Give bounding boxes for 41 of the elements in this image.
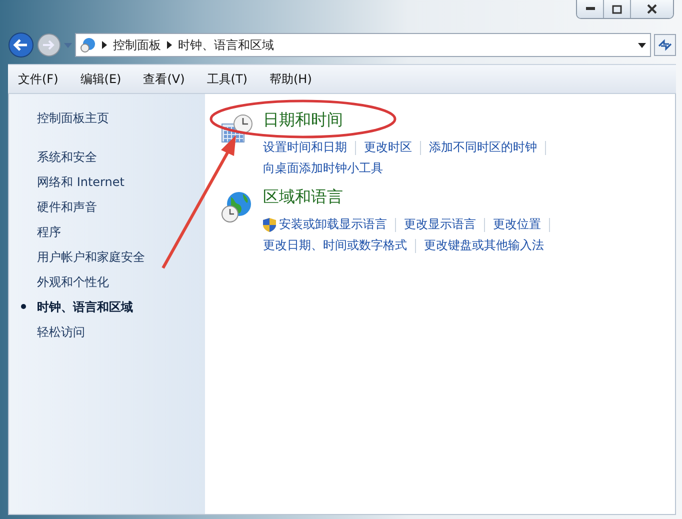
category-title-link[interactable]: 日期和时间 <box>263 110 554 131</box>
task-link[interactable]: 向桌面添加时钟小工具 <box>263 160 383 177</box>
close-icon[interactable] <box>647 4 657 14</box>
dropdown-icon[interactable] <box>638 42 646 48</box>
breadcrumb-arrow-icon <box>102 41 107 49</box>
menu-item[interactable]: 查看(V) <box>143 70 185 88</box>
calendar-clock-icon <box>221 114 253 144</box>
task-link[interactable]: 更改日期、时间或数字格式 <box>263 237 407 254</box>
sidebar-item[interactable]: 网络和 Internet <box>9 170 205 195</box>
task-link[interactable]: 更改位置 <box>493 216 541 233</box>
task-link[interactable]: 添加不同时区的时钟 <box>429 139 537 156</box>
menu-item[interactable]: 文件(F) <box>18 70 58 88</box>
sidebar-item[interactable]: 系统和安全 <box>9 145 205 170</box>
sidebar-item[interactable]: 时钟、语言和区域 <box>9 295 205 320</box>
address-bar[interactable]: 控制面板 时钟、语言和区域 <box>75 33 651 57</box>
task-link[interactable]: 更改键盘或其他输入法 <box>424 237 544 254</box>
task-link[interactable]: 设置时间和日期 <box>263 139 347 156</box>
forward-icon[interactable] <box>37 33 61 57</box>
breadcrumb[interactable]: 时钟、语言和区域 <box>178 36 274 54</box>
breadcrumb[interactable]: 控制面板 <box>113 36 161 54</box>
back-icon[interactable] <box>8 32 34 58</box>
task-link[interactable]: 安装或卸载显示语言 <box>263 216 387 233</box>
sidebar-item[interactable]: 硬件和声音 <box>9 195 205 220</box>
task-link[interactable]: 更改显示语言 <box>404 216 476 233</box>
refresh-icon[interactable] <box>654 34 676 56</box>
sidebar-item[interactable]: 用户帐户和家庭安全 <box>9 245 205 270</box>
sidebar-item[interactable]: 轻松访问 <box>9 320 205 345</box>
task-link[interactable]: 更改时区 <box>364 139 412 156</box>
sidebar-item[interactable]: 外观和个性化 <box>9 270 205 295</box>
breadcrumb-arrow-icon <box>167 41 172 49</box>
sidebar-item[interactable]: 程序 <box>9 220 205 245</box>
globe-clock-icon <box>221 191 253 223</box>
menu-item[interactable]: 工具(T) <box>206 70 248 88</box>
category-title-link[interactable]: 区域和语言 <box>263 187 558 208</box>
minimize-icon[interactable] <box>586 7 594 11</box>
menu-item[interactable]: 帮助(H) <box>270 70 312 88</box>
maximize-icon[interactable] <box>612 4 622 14</box>
sidebar-link[interactable]: 控制面板主页 <box>9 106 205 131</box>
shield-icon <box>263 218 276 232</box>
menu-item[interactable]: 编辑(E) <box>80 70 122 88</box>
control-panel-icon <box>80 37 96 53</box>
